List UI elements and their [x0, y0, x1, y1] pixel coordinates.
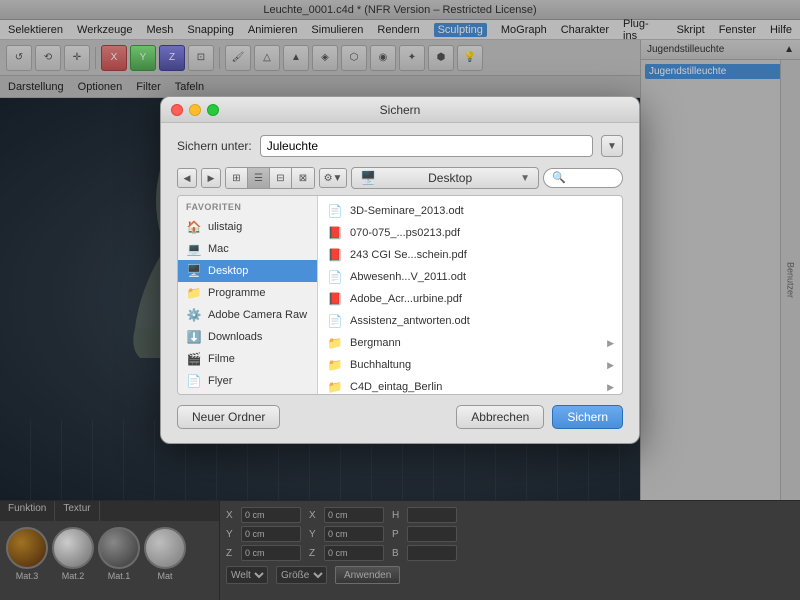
traffic-lights	[171, 104, 219, 116]
doc-icon-5: 📄	[326, 312, 344, 330]
dialog-title: Sichern	[161, 103, 639, 117]
sidebar-item-ulistaig[interactable]: 🏠 ulistaig	[178, 216, 317, 238]
camera-raw-icon: ⚙️	[186, 307, 202, 323]
apps-icon: 📁	[186, 285, 202, 301]
location-dropdown[interactable]: 🖥️ Desktop ▼	[351, 167, 539, 189]
sidebar-item-dropbox[interactable]: 📦 Dropbox	[178, 392, 317, 394]
view-buttons: ⊞ ☰ ⊟ ⊠	[225, 167, 315, 189]
doc-icon-0: 📄	[326, 202, 344, 220]
sidebar-item-flyer[interactable]: 📄 Flyer	[178, 370, 317, 392]
search-input[interactable]	[543, 168, 623, 188]
dialog-overlay: Sichern Sichern unter: ▼ ◀ ▶ ⊞ ☰ ⊟ ⊠ ⚙▼	[0, 0, 800, 600]
filename-row: Sichern unter: ▼	[177, 135, 623, 157]
file-browser: FAVORITEN 🏠 ulistaig 💻 Mac 🖥️ Desktop	[177, 195, 623, 395]
close-button[interactable]	[171, 104, 183, 116]
doc-icon-3: 📄	[326, 268, 344, 286]
sidebar: FAVORITEN 🏠 ulistaig 💻 Mac 🖥️ Desktop	[178, 196, 318, 394]
folder-arrow-8: ▶	[607, 382, 614, 393]
mac-icon: 💻	[186, 241, 202, 257]
file-list: 📄 3D-Seminare_2013.odt 📕 070-075_...ps02…	[318, 196, 622, 394]
file-item-3[interactable]: 📄 Abwesenh...V_2011.odt	[318, 266, 622, 288]
sidebar-item-desktop[interactable]: 🖥️ Desktop	[178, 260, 317, 282]
pdf-icon-1: 📕	[326, 224, 344, 242]
save-dialog: Sichern Sichern unter: ▼ ◀ ▶ ⊞ ☰ ⊟ ⊠ ⚙▼	[160, 96, 640, 444]
home-icon: 🏠	[186, 219, 202, 235]
file-item-7[interactable]: 📁 Buchhaltung ▶	[318, 354, 622, 376]
folder-icon-7: 📁	[326, 356, 344, 374]
filename-input[interactable]	[260, 135, 593, 157]
view-cover-btn[interactable]: ⊠	[292, 168, 314, 188]
folder-arrow-6: ▶	[607, 338, 614, 349]
sidebar-section-label: FAVORITEN	[178, 202, 317, 216]
file-item-8[interactable]: 📁 C4D_eintag_Berlin ▶	[318, 376, 622, 394]
dialog-footer: Neuer Ordner Abbrechen Sichern	[161, 395, 639, 443]
pdf-icon-4: 📕	[326, 290, 344, 308]
folder-arrow-7: ▶	[607, 360, 614, 371]
file-item-0[interactable]: 📄 3D-Seminare_2013.odt	[318, 200, 622, 222]
action-btn[interactable]: ⚙▼	[319, 168, 347, 188]
folder-icon-8: 📁	[326, 378, 344, 394]
file-item-6[interactable]: 📁 Bergmann ▶	[318, 332, 622, 354]
view-list-btn[interactable]: ☰	[248, 168, 270, 188]
movies-icon: 🎬	[186, 351, 202, 367]
file-item-5[interactable]: 📄 Assistenz_antworten.odt	[318, 310, 622, 332]
sidebar-item-programme[interactable]: 📁 Programme	[178, 282, 317, 304]
view-columns-btn[interactable]: ⊟	[270, 168, 292, 188]
file-toolbar: ◀ ▶ ⊞ ☰ ⊟ ⊠ ⚙▼ 🖥️ Desktop ▼	[177, 167, 623, 189]
new-folder-button[interactable]: Neuer Ordner	[177, 405, 280, 429]
file-item-1[interactable]: 📕 070-075_...ps0213.pdf	[318, 222, 622, 244]
expand-button[interactable]: ▼	[601, 135, 623, 157]
zoom-button[interactable]	[207, 104, 219, 116]
downloads-icon: ⬇️	[186, 329, 202, 345]
filename-label: Sichern unter:	[177, 139, 252, 153]
dialog-footer-right: Abbrechen Sichern	[456, 405, 623, 429]
dialog-body: Sichern unter: ▼ ◀ ▶ ⊞ ☰ ⊟ ⊠ ⚙▼ 🖥️ Deskt…	[161, 123, 639, 395]
cancel-button[interactable]: Abbrechen	[456, 405, 544, 429]
dialog-titlebar: Sichern	[161, 97, 639, 123]
view-icon-btn[interactable]: ⊞	[226, 168, 248, 188]
forward-button[interactable]: ▶	[201, 168, 221, 188]
desktop-icon: 🖥️	[186, 263, 202, 279]
pdf-icon-2: 📕	[326, 246, 344, 264]
file-item-4[interactable]: 📕 Adobe_Acr...urbine.pdf	[318, 288, 622, 310]
flyer-icon: 📄	[186, 373, 202, 389]
save-button[interactable]: Sichern	[552, 405, 623, 429]
folder-icon-6: 📁	[326, 334, 344, 352]
sidebar-item-adobe-camera-raw[interactable]: ⚙️ Adobe Camera Raw	[178, 304, 317, 326]
sidebar-item-filme[interactable]: 🎬 Filme	[178, 348, 317, 370]
minimize-button[interactable]	[189, 104, 201, 116]
back-button[interactable]: ◀	[177, 168, 197, 188]
sidebar-item-mac[interactable]: 💻 Mac	[178, 238, 317, 260]
file-item-2[interactable]: 📕 243 CGI Se...schein.pdf	[318, 244, 622, 266]
sidebar-item-downloads[interactable]: ⬇️ Downloads	[178, 326, 317, 348]
